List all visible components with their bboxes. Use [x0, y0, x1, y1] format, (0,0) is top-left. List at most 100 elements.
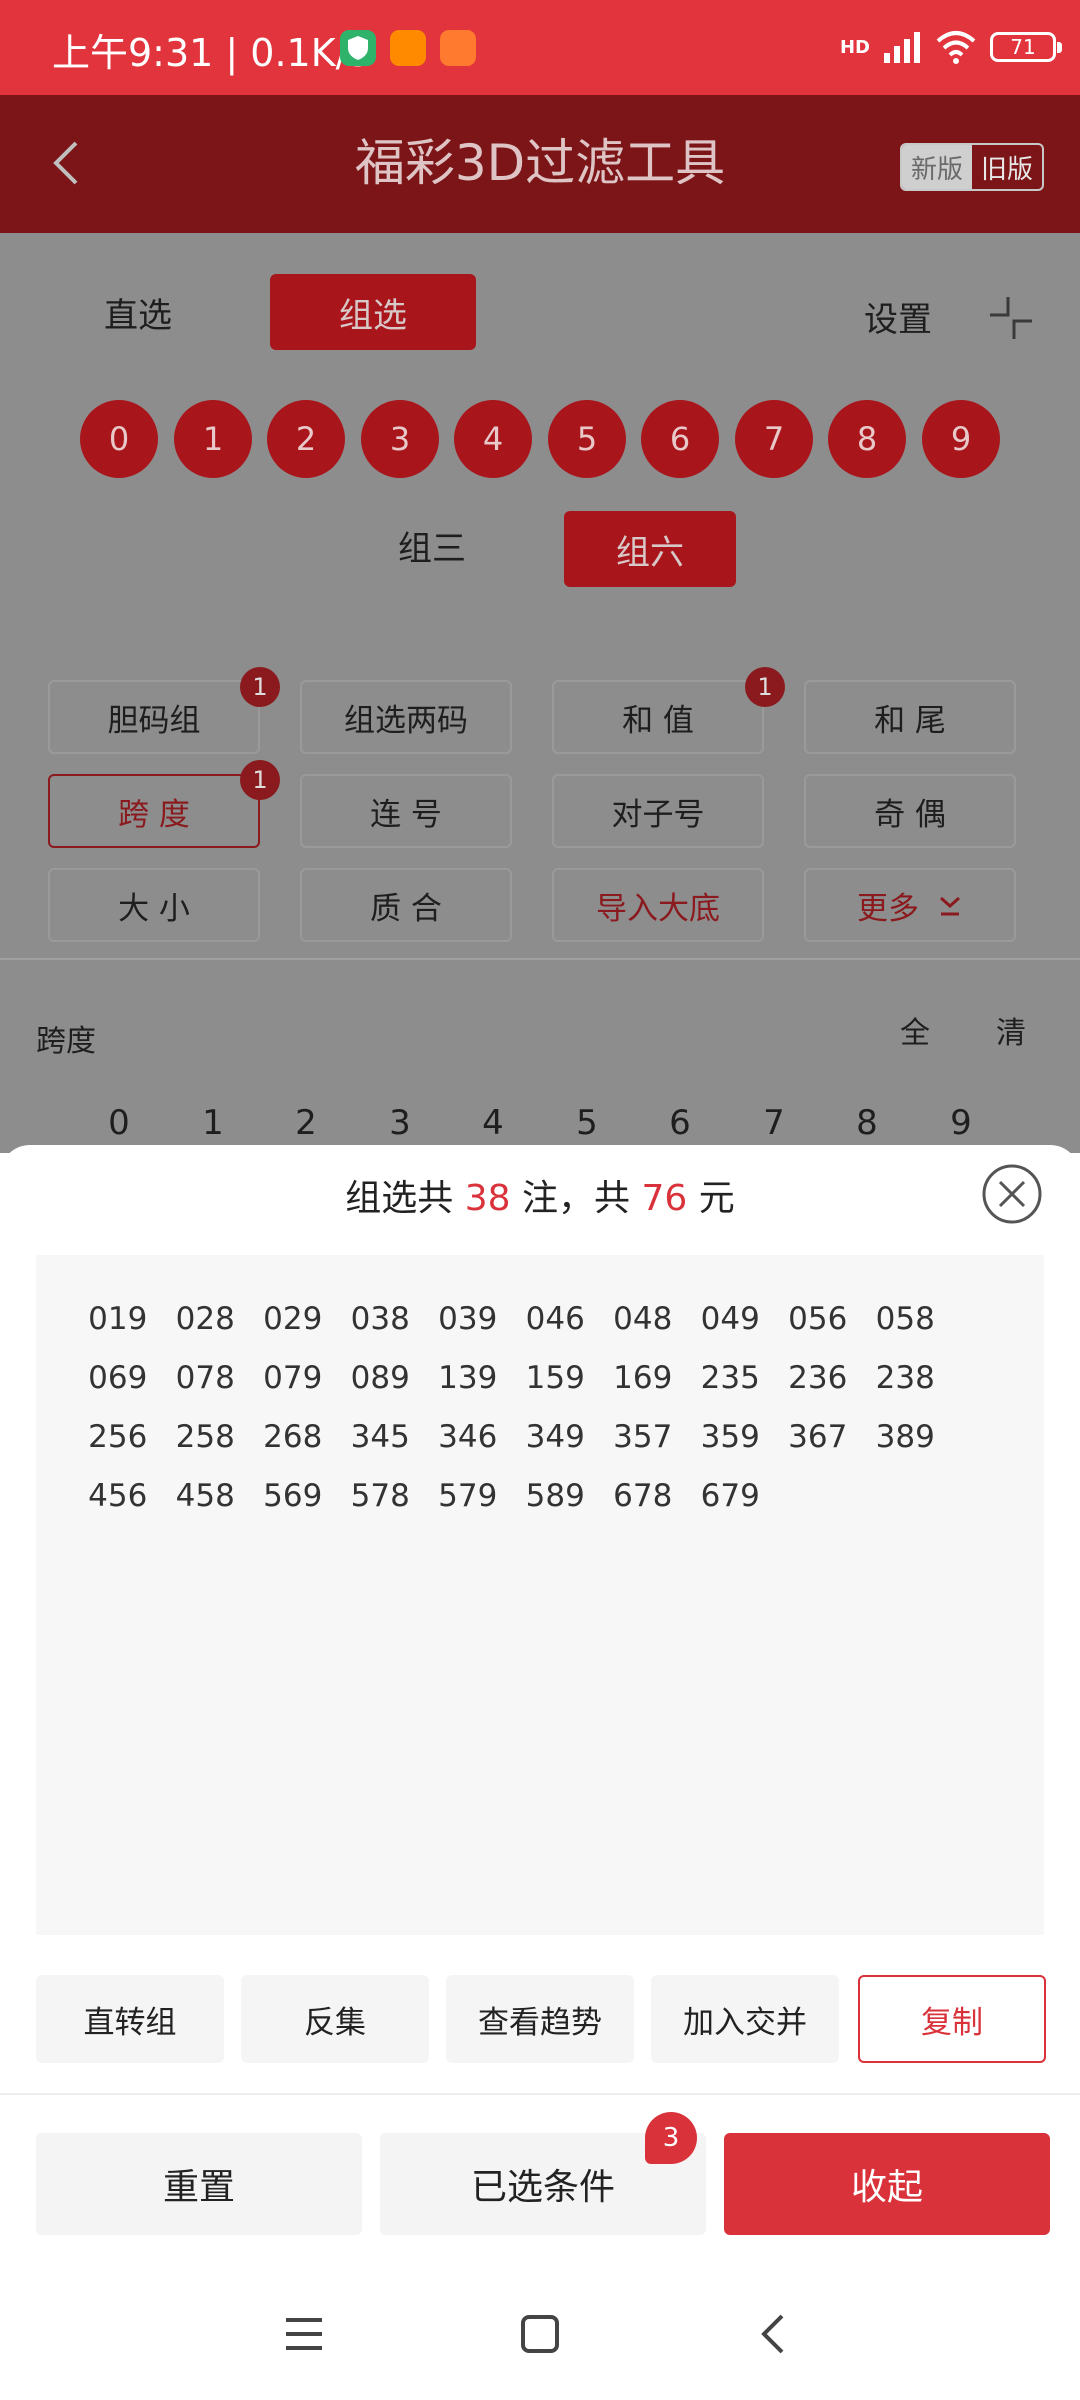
home-icon[interactable] [518, 2312, 562, 2356]
result-number: 056 [788, 1301, 848, 1337]
filter-chip-sum[interactable]: 和 值 [552, 680, 764, 754]
result-number: 268 [263, 1419, 323, 1455]
filter-panel: 直选 组选 设置 0 1 2 3 4 5 6 7 8 9 组三 组六 胆码组 组… [0, 233, 1080, 1153]
result-number: 235 [700, 1360, 760, 1396]
result-grid: 019 028 029 038 039 046 048 049 056 058 069 078 079 0… [74, 1297, 1014, 1519]
result-number: 028 [175, 1301, 235, 1337]
result-number: 029 [263, 1301, 323, 1337]
number-ball[interactable]: 5 [548, 400, 626, 478]
tab-direct-select[interactable]: 直选 [40, 274, 236, 350]
filter-chip-group-two[interactable]: 组选两码 [300, 680, 512, 754]
filter-chip-more[interactable]: 更多 [804, 868, 1016, 942]
span-digit[interactable]: 5 [557, 1103, 617, 1143]
result-number: 389 [875, 1419, 935, 1455]
reset-button[interactable]: 重置 [36, 2133, 362, 2235]
filter-chip-consecutive[interactable]: 连 号 [300, 774, 512, 848]
version-toggle[interactable]: 新版 旧版 [900, 143, 1044, 191]
span-digit[interactable]: 2 [276, 1103, 336, 1143]
number-ball[interactable]: 0 [80, 400, 158, 478]
result-number: 357 [613, 1419, 673, 1455]
result-number: 079 [263, 1360, 323, 1396]
old-version-option[interactable]: 旧版 [972, 145, 1042, 189]
status-time: 上午9:31 | 0.1K/s [52, 31, 369, 75]
inverse-set-button[interactable]: 反集 [241, 1975, 429, 2063]
direct-to-group-button[interactable]: 直转组 [36, 1975, 224, 2063]
result-number: 456 [88, 1478, 148, 1514]
number-ball[interactable]: 3 [361, 400, 439, 478]
copy-button[interactable]: 复制 [858, 1975, 1046, 2063]
summary-mid: 注，共 [521, 1178, 630, 1219]
number-ball[interactable]: 9 [922, 400, 1000, 478]
span-digit[interactable]: 4 [463, 1103, 523, 1143]
nav-back-icon[interactable] [752, 2312, 796, 2356]
tab-group-six[interactable]: 组六 [564, 511, 736, 587]
span-section-label: 跨度 [36, 1024, 96, 1059]
result-number: 049 [700, 1301, 760, 1337]
chevron-down-icon [940, 896, 960, 916]
result-number: 359 [700, 1419, 760, 1455]
result-summary: 组选共 38 注，共 76 元 [0, 1169, 1080, 1221]
filter-chip-prime-composite[interactable]: 质 合 [300, 868, 512, 942]
filter-chip-import-base[interactable]: 导入大底 [552, 868, 764, 942]
add-intersect-button[interactable]: 加入交并 [651, 1975, 839, 2063]
collapse-icon[interactable] [986, 293, 1036, 343]
result-number: 589 [525, 1478, 585, 1514]
system-nav-bar [0, 2290, 1080, 2380]
more-label: 更多 [857, 890, 919, 927]
result-number: 258 [175, 1419, 235, 1455]
span-digit[interactable]: 6 [650, 1103, 710, 1143]
collapse-button[interactable]: 收起 [724, 2133, 1050, 2235]
result-number: 679 [700, 1478, 760, 1514]
filter-chip-pair[interactable]: 对子号 [552, 774, 764, 848]
span-digit[interactable]: 3 [370, 1103, 430, 1143]
settings-button[interactable]: 设置 [840, 278, 956, 354]
span-digit[interactable]: 7 [744, 1103, 804, 1143]
span-digit[interactable]: 1 [183, 1103, 243, 1143]
number-ball[interactable]: 8 [828, 400, 906, 478]
section-divider [0, 958, 1080, 960]
span-digit[interactable]: 9 [931, 1103, 991, 1143]
span-digit[interactable]: 0 [89, 1103, 149, 1143]
span-digit[interactable]: 8 [837, 1103, 897, 1143]
number-ball[interactable]: 7 [735, 400, 813, 478]
signal-icon [884, 32, 920, 63]
result-number: 169 [613, 1360, 673, 1396]
result-number: 349 [525, 1419, 585, 1455]
filter-chip-sum-tail[interactable]: 和 尾 [804, 680, 1016, 754]
result-number: 238 [875, 1360, 935, 1396]
filter-chip-big-small[interactable]: 大 小 [48, 868, 260, 942]
result-number: 048 [613, 1301, 673, 1337]
filter-chip-span[interactable]: 跨 度 [48, 774, 260, 848]
result-number: 089 [350, 1360, 410, 1396]
number-ball[interactable]: 1 [174, 400, 252, 478]
result-number: 678 [613, 1478, 673, 1514]
battery-level: 71 [1010, 35, 1036, 59]
close-icon[interactable] [980, 1162, 1044, 1226]
total-amount: 76 [641, 1178, 688, 1219]
select-all-button[interactable]: 全 [900, 1008, 930, 1052]
result-number: 069 [88, 1360, 148, 1396]
result-number: 236 [788, 1360, 848, 1396]
result-list-box: 019 028 029 038 039 046 048 049 056 058 069 078 079 0… [36, 1255, 1044, 1935]
result-number: 046 [525, 1301, 585, 1337]
tab-group-select[interactable]: 组选 [270, 274, 476, 350]
menu-icon[interactable] [282, 2312, 326, 2356]
chip-badge: 1 [745, 667, 785, 707]
view-trend-button[interactable]: 查看趋势 [446, 1975, 634, 2063]
result-number: 039 [438, 1301, 498, 1337]
clear-button[interactable]: 清 [996, 1008, 1026, 1052]
number-ball[interactable]: 6 [641, 400, 719, 478]
summary-prefix: 组选共 [345, 1178, 454, 1219]
filter-chip-odd-even[interactable]: 奇 偶 [804, 774, 1016, 848]
tab-group-three[interactable]: 组三 [350, 507, 514, 583]
number-ball[interactable]: 2 [267, 400, 345, 478]
status-bar: 上午9:31 | 0.1K/s HD 71 [0, 0, 1080, 95]
shopping-app-icon [440, 30, 476, 66]
result-number: 458 [175, 1478, 235, 1514]
number-ball[interactable]: 4 [454, 400, 532, 478]
result-number: 569 [263, 1478, 323, 1514]
result-number: 159 [525, 1360, 585, 1396]
filter-chip-dan-ma[interactable]: 胆码组 [48, 680, 260, 754]
shield-app-icon [340, 30, 376, 66]
new-version-option[interactable]: 新版 [902, 145, 972, 189]
